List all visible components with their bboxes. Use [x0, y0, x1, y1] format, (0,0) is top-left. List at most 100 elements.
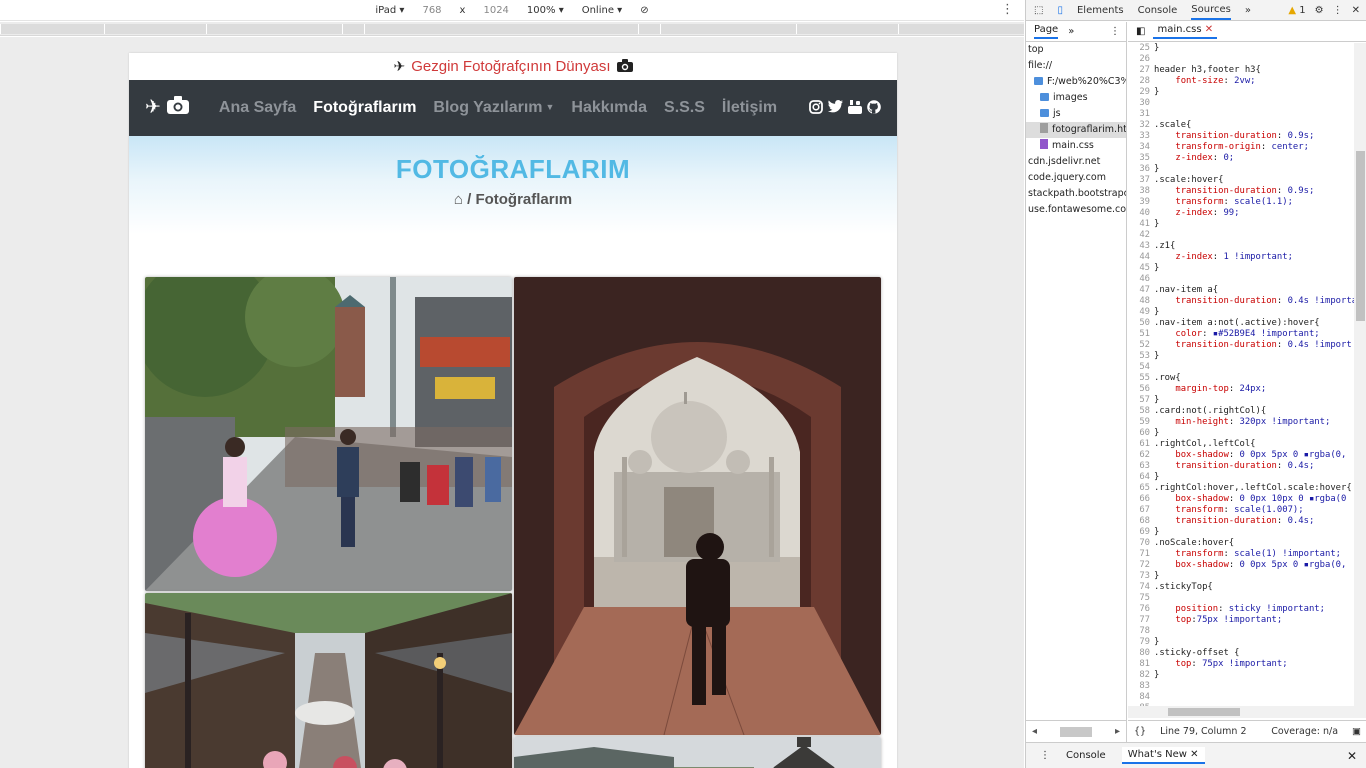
close-file-icon[interactable]: ✕	[1205, 24, 1213, 35]
line-number[interactable]: 84	[1128, 692, 1154, 703]
tab-console[interactable]: Console	[1138, 5, 1178, 16]
line-number[interactable]: 48	[1128, 296, 1154, 307]
line-number[interactable]: 44	[1128, 252, 1154, 263]
scroll-right-icon[interactable]: ▸	[1115, 726, 1120, 737]
line-number[interactable]: 42	[1128, 230, 1154, 241]
line-number[interactable]: 46	[1128, 274, 1154, 285]
line-number[interactable]: 61	[1128, 439, 1154, 450]
line-number[interactable]: 65	[1128, 483, 1154, 494]
line-number[interactable]: 55	[1128, 373, 1154, 384]
vertical-scrollbar[interactable]	[1354, 43, 1366, 706]
nav-photos[interactable]: Fotoğraflarım	[313, 99, 416, 117]
zoom-select[interactable]: 100% ▾	[527, 5, 564, 16]
drawer-tab-console[interactable]: Console	[1066, 750, 1106, 761]
line-number[interactable]: 63	[1128, 461, 1154, 472]
instagram-icon[interactable]	[809, 99, 823, 117]
line-number[interactable]: 35	[1128, 153, 1154, 164]
line-number[interactable]: 29	[1128, 87, 1154, 98]
line-number[interactable]: 82	[1128, 670, 1154, 681]
line-number[interactable]: 40	[1128, 208, 1154, 219]
line-number[interactable]: 30	[1128, 98, 1154, 109]
line-number[interactable]: 57	[1128, 395, 1154, 406]
line-number[interactable]: 60	[1128, 428, 1154, 439]
line-number[interactable]: 38	[1128, 186, 1154, 197]
file-tab[interactable]: main.css ✕	[1153, 24, 1218, 39]
nav-contact[interactable]: İletişim	[722, 99, 777, 117]
line-number[interactable]: 36	[1128, 164, 1154, 175]
tree-item[interactable]: cdn.jsdelivr.net	[1026, 154, 1126, 170]
line-number[interactable]: 67	[1128, 505, 1154, 516]
line-number[interactable]: 39	[1128, 197, 1154, 208]
device-select[interactable]: iPad ▾	[375, 5, 404, 16]
line-number[interactable]: 72	[1128, 560, 1154, 571]
tree-item[interactable]: fotograflarim.htm	[1026, 122, 1126, 138]
menu-icon[interactable]: ⋮	[1333, 5, 1343, 16]
photo-taj-mahal[interactable]	[514, 277, 881, 735]
line-number[interactable]: 64	[1128, 472, 1154, 483]
line-number[interactable]: 70	[1128, 538, 1154, 549]
horizontal-scrollbar[interactable]	[1128, 706, 1366, 718]
line-number[interactable]: 62	[1128, 450, 1154, 461]
more-options-icon[interactable]: ⋮	[1001, 2, 1014, 17]
line-number[interactable]: 43	[1128, 241, 1154, 252]
line-number[interactable]: 45	[1128, 263, 1154, 274]
tree-item[interactable]: use.fontawesome.com	[1026, 202, 1126, 218]
media-query-bar[interactable]	[0, 22, 1024, 36]
rotate-icon[interactable]: ⊘	[640, 5, 648, 16]
github-icon[interactable]	[867, 99, 881, 117]
tree-item[interactable]: stackpath.bootstrapcd	[1026, 186, 1126, 202]
photo-kyoto-street[interactable]	[145, 593, 512, 768]
line-number[interactable]: 51	[1128, 329, 1154, 340]
line-number[interactable]: 69	[1128, 527, 1154, 538]
nav-blog-dropdown[interactable]: Blog Yazılarım ▼	[433, 99, 554, 117]
nav-home[interactable]: Ana Sayfa	[219, 99, 296, 117]
close-icon[interactable]: ✕	[1352, 5, 1360, 16]
scroll-left-icon[interactable]: ◂	[1032, 726, 1037, 737]
navigator-scrollbar[interactable]: ◂ ▸	[1026, 720, 1126, 742]
line-number[interactable]: 27	[1128, 65, 1154, 76]
line-number[interactable]: 76	[1128, 604, 1154, 615]
tree-item[interactable]: main.css	[1026, 138, 1126, 154]
line-number[interactable]: 37	[1128, 175, 1154, 186]
nav-faq[interactable]: S.S.S	[664, 99, 705, 117]
photo-temple[interactable]	[514, 737, 881, 768]
tab-page[interactable]: Page	[1034, 24, 1059, 39]
warning-badge[interactable]: ▲ 1	[1288, 5, 1305, 16]
line-number[interactable]: 49	[1128, 307, 1154, 318]
line-number[interactable]: 26	[1128, 54, 1154, 65]
line-number[interactable]: 78	[1128, 626, 1154, 637]
network-select[interactable]: Online ▾	[582, 5, 622, 16]
line-number[interactable]: 68	[1128, 516, 1154, 527]
line-number[interactable]: 66	[1128, 494, 1154, 505]
line-number[interactable]: 25	[1128, 43, 1154, 54]
tab-elements[interactable]: Elements	[1077, 5, 1124, 16]
code-editor[interactable]: 25} 26 27 header h3,footer h3{28 font-size:…	[1128, 43, 1354, 706]
youtube-icon[interactable]	[848, 99, 862, 117]
line-number[interactable]: 32	[1128, 120, 1154, 131]
line-number[interactable]: 79	[1128, 637, 1154, 648]
line-number[interactable]: 34	[1128, 142, 1154, 153]
tree-item[interactable]: top	[1026, 42, 1126, 58]
more-tabs-icon[interactable]: »	[1245, 5, 1251, 16]
line-number[interactable]: 31	[1128, 109, 1154, 120]
close-drawer-icon[interactable]: ✕	[1347, 749, 1366, 763]
line-number[interactable]: 59	[1128, 417, 1154, 428]
scroll-thumb[interactable]	[1060, 726, 1092, 737]
line-number[interactable]: 54	[1128, 362, 1154, 373]
tree-item[interactable]: file://	[1026, 58, 1126, 74]
inspect-icon[interactable]: ⬚	[1034, 5, 1043, 16]
line-number[interactable]: 50	[1128, 318, 1154, 329]
height-input[interactable]: 1024	[483, 5, 508, 16]
line-number[interactable]: 71	[1128, 549, 1154, 560]
tree-item[interactable]: F:/web%20%C3%B6	[1026, 74, 1126, 90]
gear-icon[interactable]: ⚙	[1315, 5, 1324, 16]
photo-korea-street[interactable]	[145, 277, 512, 591]
nav-about[interactable]: Hakkımda	[571, 99, 647, 117]
vertical-scroll-thumb[interactable]	[1356, 151, 1365, 321]
line-number[interactable]: 80	[1128, 648, 1154, 659]
line-number[interactable]: 28	[1128, 76, 1154, 87]
drawer-menu-icon[interactable]: ⋮	[1040, 750, 1050, 761]
more-icon[interactable]: »	[1068, 26, 1074, 37]
line-number[interactable]: 52	[1128, 340, 1154, 351]
horizontal-scroll-thumb[interactable]	[1168, 708, 1240, 716]
